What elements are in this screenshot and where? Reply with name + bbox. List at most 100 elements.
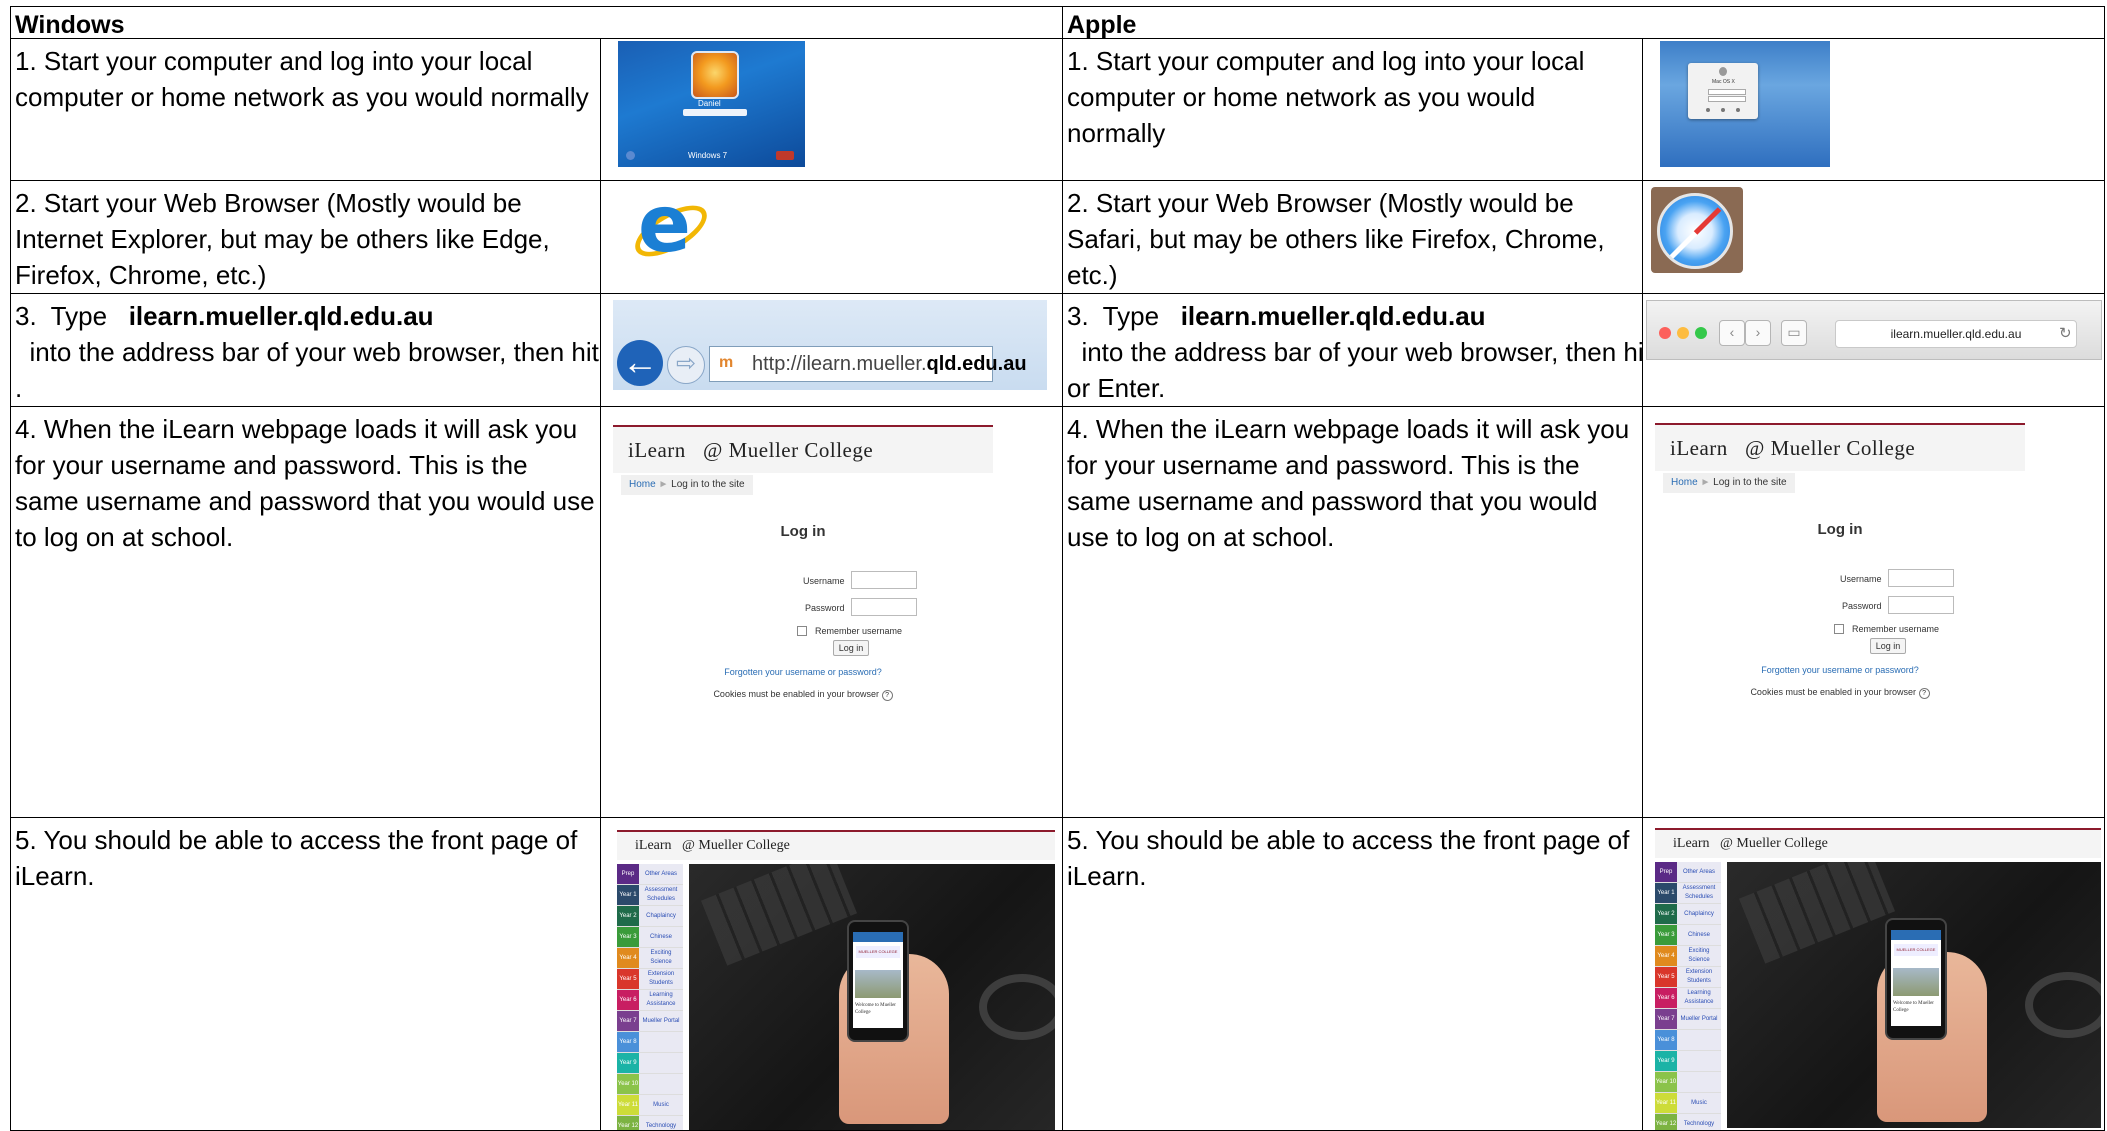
year-menu-item: Year 2 Chaplaincy — [617, 906, 683, 927]
year-menu-item: Year 5 Extension Students — [1655, 967, 1721, 988]
step-row-4: 4. When the iLearn webpage loads it will… — [10, 406, 2106, 818]
ilearn-front-page-screenshot: iLearn @ Mueller College Prep Other Areas… — [617, 830, 1055, 1130]
year-menu-item: Year 11 Music — [617, 1095, 683, 1116]
area-link — [1677, 1030, 1721, 1050]
year-label: Year 8 — [617, 1032, 639, 1052]
year-menu-item: Year 9 — [617, 1053, 683, 1074]
apple-step-3-image-cell: ‹ › ▭ ilearn.mueller.qld.edu.au ↻ — [1641, 293, 2106, 407]
windows-step-2-image-cell: e — [600, 180, 1063, 294]
back-chevron-icon: ‹ — [1719, 320, 1745, 346]
year-menu-item: Year 4 Exciting Science — [1655, 946, 1721, 967]
area-link: Music — [1677, 1093, 1721, 1113]
year-menu: Prep Other Areas Year 1 Assessment Schedule… — [1655, 862, 1721, 1130]
apple-step-1-text: 1. Start your computer and log into your… — [1067, 46, 1585, 148]
windows-step-1-cell: 1. Start your computer and log into your… — [10, 38, 601, 181]
year-menu-item: Prep Other Areas — [1655, 862, 1721, 883]
year-menu-item: Year 2 Chaplaincy — [1655, 904, 1721, 925]
apple-header-cell: Apple — [1061, 6, 2106, 39]
year-menu-item: Year 8 — [1655, 1030, 1721, 1051]
year-menu-item: Year 4 Exciting Science — [617, 948, 683, 969]
windows-step-5-cell: 5. You should be able to access the fron… — [10, 817, 601, 1131]
ilearn-site-header: iLearn @ Mueller College — [1655, 828, 2101, 858]
login-button: Log in — [1870, 638, 1906, 654]
windows-step-4-cell: 4. When the iLearn webpage loads it will… — [10, 406, 601, 818]
hero-image: MUELLER COLLEGE Welcome to Mueller Colle… — [689, 864, 1055, 1130]
cookies-note: Cookies must be enabled in your browser … — [1655, 687, 2025, 699]
year-label: Year 5 — [1655, 967, 1677, 987]
year-menu-item: Year 12 Technology — [617, 1116, 683, 1130]
ilearn-url: ilearn.mueller.qld.edu.au — [128, 301, 434, 331]
username-input — [851, 571, 917, 589]
ilearn-site-header: iLearn @ Mueller College — [1655, 423, 2025, 471]
area-link: Learning Assistance — [639, 990, 683, 1010]
year-label: Year 7 — [617, 1011, 639, 1031]
area-link — [639, 1074, 683, 1094]
year-label: Year 9 — [617, 1053, 639, 1073]
password-label: Password — [805, 603, 845, 613]
year-menu-item: Year 9 — [1655, 1051, 1721, 1072]
apple-step-2-cell: 2. Start your Web Browser (Mostly would … — [1062, 180, 1643, 294]
user-avatar — [691, 51, 739, 99]
instructions-table: Windows Apple 1. Start your computer and… — [10, 6, 2106, 1131]
header-row: Windows Apple — [10, 6, 2106, 39]
year-label: Year 12 — [1655, 1114, 1677, 1130]
close-window-icon — [1659, 327, 1671, 339]
login-password-field — [683, 109, 747, 116]
year-label: Year 1 — [617, 885, 639, 905]
year-label: Prep — [617, 864, 639, 884]
ilearn-login-screenshot: iLearn @ Mueller College Home ► Log in t… — [1655, 423, 2025, 735]
windows-step-3-text: 3. Type ilearn.mueller.qld.edu.au into t… — [15, 301, 601, 403]
year-label: Year 3 — [617, 927, 639, 947]
windows-step-4-image-cell: iLearn @ Mueller College Home ► Log in t… — [600, 406, 1063, 818]
windows-step-1-image-cell: Daniel Windows 7 — [600, 38, 1063, 181]
area-link: Chinese — [639, 927, 683, 947]
apple-step-1-image-cell: Mac OS X — [1641, 38, 2106, 181]
windows-step-3-cell: 3. Type ilearn.mueller.qld.edu.au into t… — [10, 293, 601, 407]
step-row-1: 1. Start your computer and log into your… — [10, 38, 2106, 181]
mac-shutdown-icon — [1736, 108, 1740, 112]
internet-explorer-icon: e — [623, 185, 718, 282]
step-row-5: 5. You should be able to access the fron… — [10, 817, 2106, 1131]
username-label: Username — [1840, 574, 1882, 584]
area-link: Assessment Schedules — [639, 885, 683, 905]
ilearn-site-header: iLearn @ Mueller College — [613, 425, 993, 473]
area-link — [1677, 1051, 1721, 1071]
apple-step-4-cell: 4. When the iLearn webpage loads it will… — [1062, 406, 1643, 818]
year-label: Year 2 — [617, 906, 639, 926]
forgot-password-link: Forgotten your username or password? — [724, 667, 882, 677]
area-link: Mueller Portal — [1677, 1009, 1721, 1029]
windows-step-5-text: 5. You should be able to access the fron… — [15, 825, 578, 891]
apple-logo-icon — [1719, 67, 1727, 76]
windows-step-2-text: 2. Start your Web Browser (Mostly would … — [15, 188, 550, 290]
apple-step-2-image-cell — [1641, 180, 2106, 294]
ease-of-access-icon — [626, 151, 635, 160]
mac-os-title: Mac OS X — [1712, 79, 1735, 85]
windows-login-screenshot: Daniel Windows 7 — [618, 41, 805, 167]
password-input — [851, 598, 917, 616]
year-label: Year 8 — [1655, 1030, 1677, 1050]
year-menu-item: Year 10 — [1655, 1072, 1721, 1093]
apple-step-3-cell: 3. Type ilearn.mueller.qld.edu.au into t… — [1062, 293, 1643, 407]
year-label: Year 1 — [1655, 883, 1677, 903]
apple-step-4-text: 4. When the iLearn webpage loads it will… — [1067, 414, 1630, 552]
forward-arrow-icon: ⇨ — [667, 346, 705, 384]
mac-password-field — [1708, 96, 1746, 102]
area-link: Other Areas — [639, 864, 683, 884]
area-link: Exciting Science — [639, 948, 683, 968]
login-title: Log in — [1817, 521, 1863, 538]
year-label: Year 7 — [1655, 1009, 1677, 1029]
windows-step-5-image-cell: iLearn @ Mueller College Prep Other Areas… — [600, 817, 1063, 1131]
year-menu-item: Year 8 — [617, 1032, 683, 1053]
login-title: Log in — [780, 523, 826, 540]
windows-header-cell: Windows — [10, 6, 1063, 39]
windows-step-2-cell: 2. Start your Web Browser (Mostly would … — [10, 180, 601, 294]
area-link — [639, 1053, 683, 1073]
apple-step-5-image-cell: iLearn @ Mueller College Prep Other Areas… — [1641, 817, 2106, 1131]
windows-step-4-text: 4. When the iLearn webpage loads it will… — [15, 414, 595, 552]
step-row-3: 3. Type ilearn.mueller.qld.edu.au into t… — [10, 293, 2106, 407]
year-label: Year 2 — [1655, 904, 1677, 924]
area-link: Chaplaincy — [1677, 904, 1721, 924]
mac-login-panel: Mac OS X — [1688, 63, 1758, 119]
breadcrumb: Home ► Log in to the site — [1663, 473, 1795, 493]
zoom-window-icon — [1695, 327, 1707, 339]
